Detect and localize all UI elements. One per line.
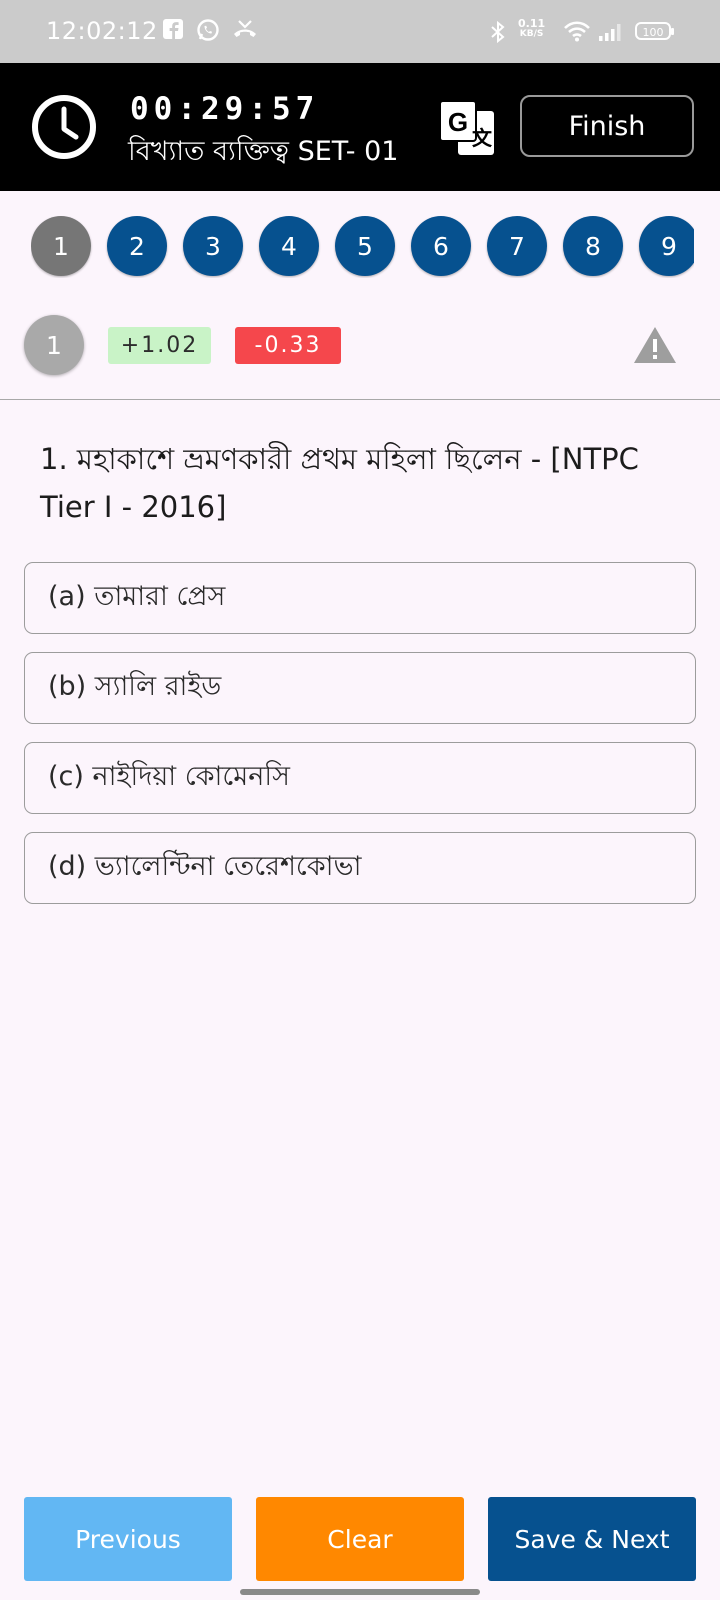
- clear-button[interactable]: Clear: [256, 1497, 464, 1581]
- whatsapp-icon: [197, 19, 219, 41]
- report-warning-icon[interactable]: [632, 325, 678, 365]
- option-c[interactable]: (c) নাইদিয়া কোমেনসি: [24, 742, 696, 814]
- status-left-icons: [162, 18, 258, 42]
- question-number-6[interactable]: 6: [411, 216, 471, 276]
- home-indicator[interactable]: [240, 1589, 480, 1595]
- divider: [0, 399, 720, 400]
- question-number-7[interactable]: 7: [487, 216, 547, 276]
- countdown-timer: 00:29:57: [130, 91, 320, 127]
- question-number-3[interactable]: 3: [183, 216, 243, 276]
- svg-text:G: G: [448, 107, 468, 137]
- question-number-1[interactable]: 1: [31, 216, 91, 276]
- clock-icon: [32, 95, 96, 159]
- translate-icon[interactable]: G 文: [438, 99, 496, 157]
- save-next-button[interactable]: Save & Next: [488, 1497, 696, 1581]
- previous-button[interactable]: Previous: [24, 1497, 232, 1581]
- option-a[interactable]: (a) তামারা প্রেস: [24, 562, 696, 634]
- option-d[interactable]: (d) ভ্যালেন্টিনা তেরেশকোভা: [24, 832, 696, 904]
- finish-button[interactable]: Finish: [520, 95, 694, 157]
- status-time: 12:02:12: [46, 17, 158, 45]
- network-speed-value: 0.11: [518, 17, 546, 30]
- network-speed: 0.11 KB/S: [518, 18, 545, 40]
- current-question-badge: 1: [24, 315, 84, 375]
- options-list: (a) তামারা প্রেস (b) স্যালি রাইড (c) নাই…: [24, 562, 696, 922]
- battery-indicator: 100: [635, 22, 674, 40]
- question-number-9[interactable]: 9: [639, 216, 694, 276]
- positive-marks-badge: +1.02: [108, 327, 211, 364]
- bluetooth-icon: [491, 20, 505, 44]
- question-number-2[interactable]: 2: [107, 216, 167, 276]
- question-number-8[interactable]: 8: [563, 216, 623, 276]
- test-header: 00:29:57 বিখ্যাত ব্যক্তিত্ব SET- 01 G 文 …: [0, 63, 720, 191]
- status-bar: 12:02:12 0.11 KB/S 100: [0, 0, 720, 63]
- negative-marks-badge: -0.33: [235, 327, 341, 364]
- option-b[interactable]: (b) স্যালি রাইড: [24, 652, 696, 724]
- question-palette: 1 2 3 4 5 6 7 8 9: [31, 216, 694, 278]
- svg-text:文: 文: [472, 126, 493, 150]
- question-number-5[interactable]: 5: [335, 216, 395, 276]
- question-number-4[interactable]: 4: [259, 216, 319, 276]
- wifi-icon: [564, 21, 590, 42]
- question-text: 1. মহাকাশে ভ্রমণকারী প্রথম মহিলা ছিলেন -…: [40, 442, 639, 524]
- missed-call-icon: [234, 20, 256, 37]
- signal-icon: [599, 24, 621, 41]
- facebook-icon: [163, 19, 183, 39]
- network-speed-unit: KB/S: [519, 29, 544, 39]
- test-title: বিখ্যাত ব্যক্তিত্ব SET- 01: [128, 136, 399, 167]
